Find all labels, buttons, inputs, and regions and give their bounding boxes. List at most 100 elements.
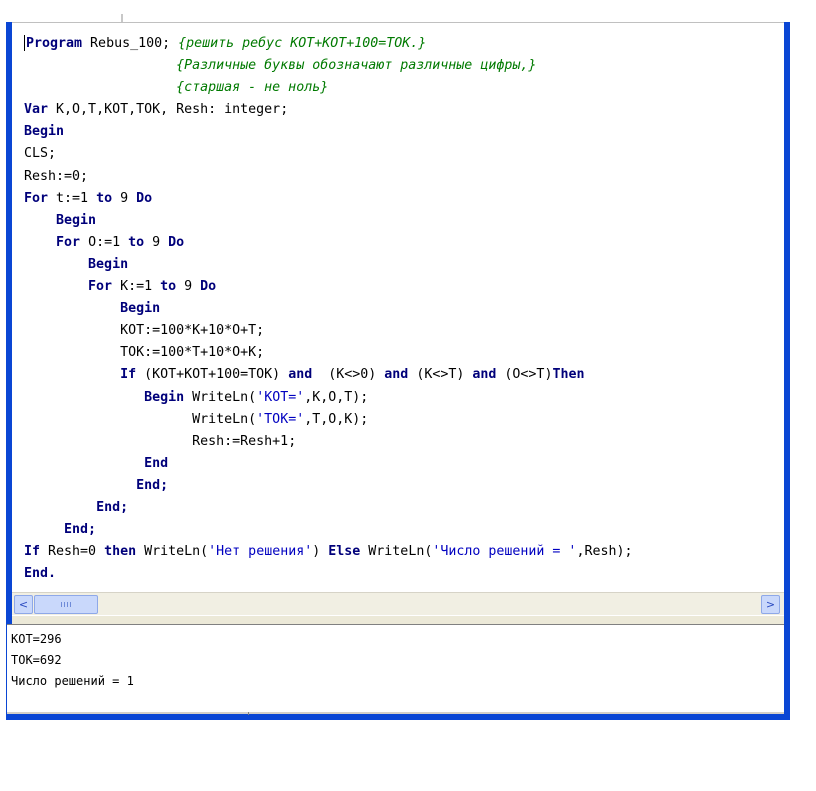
code-token: TOK:=100*T+10*O+K; xyxy=(120,345,265,361)
code-token: (O<>T) xyxy=(496,367,553,383)
output-window: KOT=296 TOK=692 Число решений = 1 xyxy=(7,624,784,713)
code-token: Rebus_100; xyxy=(82,36,179,51)
code-token: ,T,O,K); xyxy=(304,411,369,427)
keyword-token: and xyxy=(384,367,409,383)
status-separator xyxy=(248,712,249,715)
code-line[interactable]: End. xyxy=(24,563,633,585)
window-frame-right xyxy=(784,22,790,720)
keyword-token: to xyxy=(96,190,113,206)
string-token: 'KOT=' xyxy=(256,389,305,405)
code-line[interactable]: Program Rebus_100; {решить ребус КОТ+КОТ… xyxy=(24,33,633,55)
code-line[interactable]: End xyxy=(24,453,633,475)
code-line[interactable]: Var K,O,T,KOT,TOK, Resh: integer; xyxy=(24,99,633,121)
code-line[interactable]: KOT:=100*K+10*O+T; xyxy=(24,320,633,342)
program-output: KOT=296 TOK=692 Число решений = 1 xyxy=(11,629,134,692)
keyword-token: Begin xyxy=(144,389,185,405)
code-token: Resh:=Resh+1; xyxy=(192,433,297,449)
code-line[interactable]: CLS; xyxy=(24,143,633,165)
code-line[interactable]: Resh:=0; xyxy=(24,166,633,188)
code-line[interactable]: End; xyxy=(24,497,633,519)
keyword-token: Begin xyxy=(56,212,97,228)
keyword-token: For xyxy=(56,234,81,250)
comment-token: {старшая - не ноль} xyxy=(176,80,329,96)
code-token: ,K,O,T); xyxy=(304,389,369,405)
output-line: Число решений = 1 xyxy=(11,674,134,688)
keyword-token: If xyxy=(120,367,137,383)
code-line[interactable]: If (KOT+KOT+100=TOK) and (K<>0) and (K<>… xyxy=(24,364,633,386)
comment-token: {решить ребус КОТ+КОТ+100=ТОК.} xyxy=(178,36,427,51)
keyword-token: then xyxy=(104,544,137,560)
code-token: K:=1 xyxy=(112,279,161,295)
code-line[interactable]: For O:=1 to 9 Do xyxy=(24,232,633,254)
code-editor[interactable]: Program Rebus_100; {решить ребус КОТ+КОТ… xyxy=(12,22,784,593)
keyword-token: End xyxy=(144,455,169,471)
code-line[interactable]: For t:=1 to 9 Do xyxy=(24,188,633,210)
keyword-token: Begin xyxy=(24,124,65,140)
code-line[interactable]: Begin xyxy=(24,121,633,143)
keyword-token: Else xyxy=(328,544,361,560)
keyword-token: Program xyxy=(26,36,83,51)
code-token: (K<>0) xyxy=(312,367,385,383)
code-token: KOT:=100*K+10*O+T; xyxy=(120,323,265,339)
code-token: WriteLn( xyxy=(360,544,433,560)
keyword-token: and xyxy=(472,367,497,383)
code-line[interactable]: For K:=1 to 9 Do xyxy=(24,276,633,298)
code-line[interactable]: If Resh=0 then WriteLn('Нет решения') El… xyxy=(24,541,633,563)
code-line[interactable]: Begin xyxy=(24,254,633,276)
code-token: O:=1 xyxy=(80,234,129,250)
code-line[interactable]: Begin WriteLn('KOT=',K,O,T); xyxy=(24,387,633,409)
code-line[interactable]: Resh:=Resh+1; xyxy=(24,431,633,453)
code-token: t:=1 xyxy=(48,190,97,206)
code-line[interactable]: End; xyxy=(24,519,633,541)
keyword-token: End; xyxy=(64,522,97,538)
string-token: 'TOK=' xyxy=(256,411,305,427)
string-token: 'Нет решения' xyxy=(208,544,313,560)
source-code[interactable]: Program Rebus_100; {решить ребус КОТ+КОТ… xyxy=(24,33,633,585)
code-token: WriteLn( xyxy=(184,389,257,405)
code-token: CLS; xyxy=(24,146,57,162)
code-line[interactable]: {Различные буквы обозначают различные ци… xyxy=(24,55,633,77)
keyword-token: If xyxy=(24,544,41,560)
code-token: Resh=0 xyxy=(40,544,105,560)
comment-token: {Различные буквы обозначают различные ци… xyxy=(176,58,537,74)
window-frame-bottom xyxy=(6,714,790,720)
code-token: 9 xyxy=(112,190,137,206)
keyword-token: End. xyxy=(24,566,57,582)
string-token: 'Число решений = ' xyxy=(432,544,577,560)
output-line: TOK=692 xyxy=(11,653,62,667)
code-token: (K<>T) xyxy=(408,367,473,383)
code-line[interactable]: End; xyxy=(24,475,633,497)
code-line[interactable]: {старшая - не ноль} xyxy=(24,77,633,99)
code-token: Resh:=0; xyxy=(24,168,89,184)
code-token: 9 xyxy=(144,234,169,250)
code-token: ,Resh); xyxy=(576,544,633,560)
code-token: ) xyxy=(312,544,329,560)
chevron-right-icon: > xyxy=(765,598,776,611)
keyword-token: Do xyxy=(200,279,217,295)
scroll-left-button[interactable]: < xyxy=(14,595,33,614)
code-line[interactable]: TOK:=100*T+10*O+K; xyxy=(24,342,633,364)
keyword-token: End; xyxy=(136,477,169,493)
keyword-token: Begin xyxy=(88,256,129,272)
scroll-thumb[interactable] xyxy=(34,595,98,614)
code-line[interactable]: Begin xyxy=(24,210,633,232)
keyword-token: For xyxy=(88,279,113,295)
code-line[interactable]: Begin xyxy=(24,298,633,320)
chevron-left-icon: < xyxy=(18,598,29,611)
keyword-token: Do xyxy=(168,234,185,250)
keyword-token: For xyxy=(24,190,49,206)
keyword-token: Then xyxy=(552,367,585,383)
output-line: KOT=296 xyxy=(11,632,62,646)
keyword-token: End; xyxy=(96,499,129,515)
scroll-right-button[interactable]: > xyxy=(761,595,780,614)
code-line[interactable]: WriteLn('TOK=',T,O,K); xyxy=(24,409,633,431)
code-token: WriteLn( xyxy=(136,544,209,560)
keyword-token: and xyxy=(288,367,313,383)
keyword-token: to xyxy=(128,234,145,250)
status-bar xyxy=(7,712,784,714)
horizontal-scrollbar[interactable]: < > xyxy=(12,592,784,615)
text-caret xyxy=(24,35,25,51)
keyword-token: Do xyxy=(136,190,153,206)
code-token: (KOT+KOT+100=TOK) xyxy=(136,367,289,383)
keyword-token: to xyxy=(160,279,177,295)
